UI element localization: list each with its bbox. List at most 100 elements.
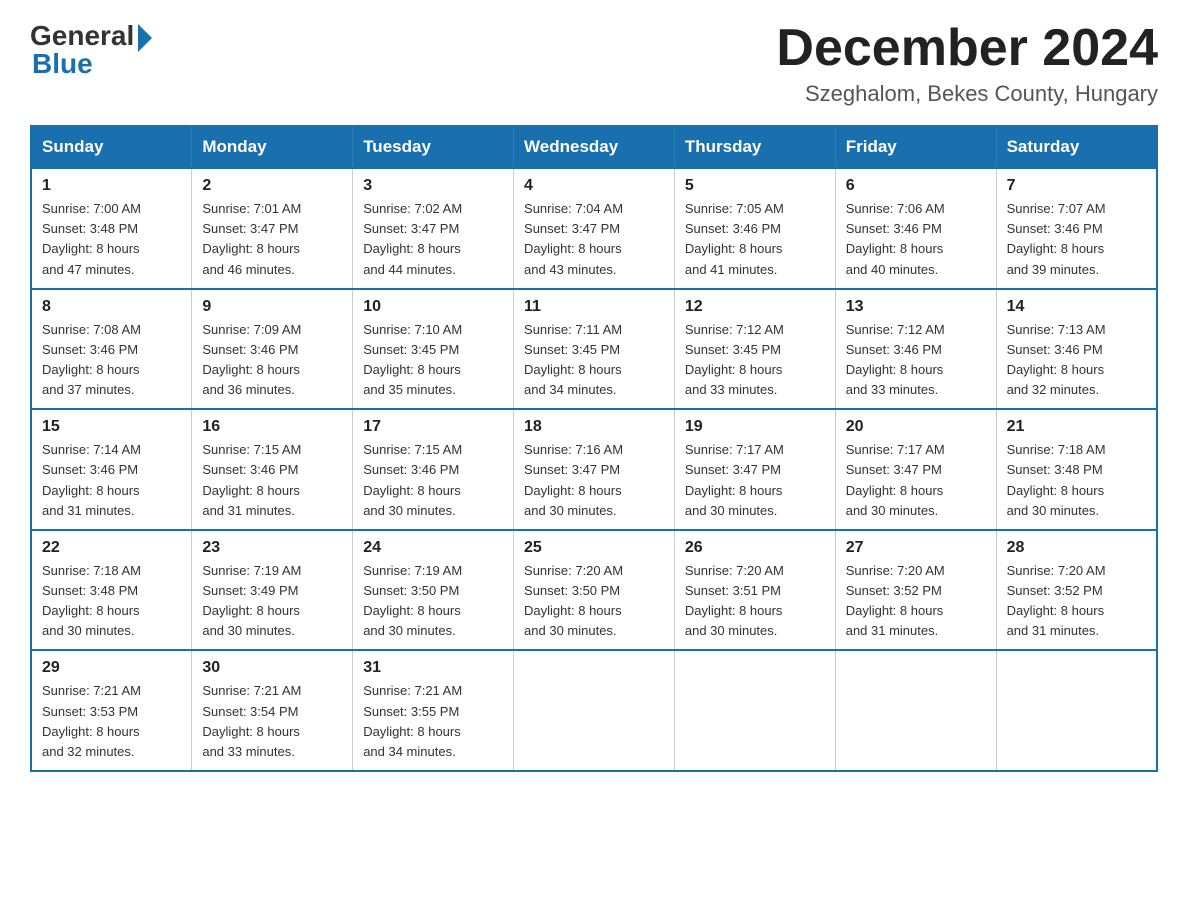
day-info: Sunrise: 7:01 AMSunset: 3:47 PMDaylight:… <box>202 199 342 280</box>
day-number: 2 <box>202 177 342 195</box>
calendar-cell: 2 Sunrise: 7:01 AMSunset: 3:47 PMDaylight… <box>192 168 353 289</box>
day-number: 6 <box>846 177 986 195</box>
day-number: 12 <box>685 298 825 316</box>
location-title: Szeghalom, Bekes County, Hungary <box>776 81 1158 107</box>
calendar-cell: 26 Sunrise: 7:20 AMSunset: 3:51 PMDayligh… <box>674 530 835 651</box>
day-info: Sunrise: 7:07 AMSunset: 3:46 PMDaylight:… <box>1007 199 1146 280</box>
day-info: Sunrise: 7:09 AMSunset: 3:46 PMDaylight:… <box>202 320 342 401</box>
calendar-cell <box>835 650 996 771</box>
day-info: Sunrise: 7:21 AMSunset: 3:53 PMDaylight:… <box>42 681 181 762</box>
day-number: 29 <box>42 659 181 677</box>
col-header-friday: Friday <box>835 126 996 168</box>
calendar-cell <box>674 650 835 771</box>
calendar-cell: 18 Sunrise: 7:16 AMSunset: 3:47 PMDayligh… <box>514 409 675 530</box>
day-info: Sunrise: 7:12 AMSunset: 3:46 PMDaylight:… <box>846 320 986 401</box>
day-info: Sunrise: 7:16 AMSunset: 3:47 PMDaylight:… <box>524 440 664 521</box>
day-info: Sunrise: 7:06 AMSunset: 3:46 PMDaylight:… <box>846 199 986 280</box>
calendar-cell: 13 Sunrise: 7:12 AMSunset: 3:46 PMDayligh… <box>835 289 996 410</box>
day-info: Sunrise: 7:14 AMSunset: 3:46 PMDaylight:… <box>42 440 181 521</box>
calendar-cell: 12 Sunrise: 7:12 AMSunset: 3:45 PMDayligh… <box>674 289 835 410</box>
day-number: 15 <box>42 418 181 436</box>
day-info: Sunrise: 7:20 AMSunset: 3:51 PMDaylight:… <box>685 561 825 642</box>
day-number: 3 <box>363 177 503 195</box>
day-number: 19 <box>685 418 825 436</box>
day-info: Sunrise: 7:21 AMSunset: 3:54 PMDaylight:… <box>202 681 342 762</box>
day-number: 27 <box>846 539 986 557</box>
logo-blue-text: Blue <box>32 48 152 80</box>
calendar-cell: 30 Sunrise: 7:21 AMSunset: 3:54 PMDayligh… <box>192 650 353 771</box>
day-info: Sunrise: 7:02 AMSunset: 3:47 PMDaylight:… <box>363 199 503 280</box>
calendar-cell: 31 Sunrise: 7:21 AMSunset: 3:55 PMDayligh… <box>353 650 514 771</box>
day-info: Sunrise: 7:21 AMSunset: 3:55 PMDaylight:… <box>363 681 503 762</box>
day-number: 17 <box>363 418 503 436</box>
day-info: Sunrise: 7:15 AMSunset: 3:46 PMDaylight:… <box>202 440 342 521</box>
calendar-table: SundayMondayTuesdayWednesdayThursdayFrid… <box>30 125 1158 772</box>
calendar-week-row: 1 Sunrise: 7:00 AMSunset: 3:48 PMDaylight… <box>31 168 1157 289</box>
day-number: 5 <box>685 177 825 195</box>
day-info: Sunrise: 7:19 AMSunset: 3:50 PMDaylight:… <box>363 561 503 642</box>
day-number: 21 <box>1007 418 1146 436</box>
calendar-header-row: SundayMondayTuesdayWednesdayThursdayFrid… <box>31 126 1157 168</box>
day-number: 22 <box>42 539 181 557</box>
day-number: 31 <box>363 659 503 677</box>
title-block: December 2024 Szeghalom, Bekes County, H… <box>776 20 1158 107</box>
calendar-cell: 27Sunrise: 7:20 AMSunset: 3:52 PMDayligh… <box>835 530 996 651</box>
calendar-cell: 22 Sunrise: 7:18 AMSunset: 3:48 PMDayligh… <box>31 530 192 651</box>
col-header-sunday: Sunday <box>31 126 192 168</box>
calendar-week-row: 22 Sunrise: 7:18 AMSunset: 3:48 PMDayligh… <box>31 530 1157 651</box>
day-number: 7 <box>1007 177 1146 195</box>
col-header-tuesday: Tuesday <box>353 126 514 168</box>
day-number: 26 <box>685 539 825 557</box>
day-info: Sunrise: 7:05 AMSunset: 3:46 PMDaylight:… <box>685 199 825 280</box>
calendar-cell: 6 Sunrise: 7:06 AMSunset: 3:46 PMDaylight… <box>835 168 996 289</box>
calendar-cell: 17 Sunrise: 7:15 AMSunset: 3:46 PMDayligh… <box>353 409 514 530</box>
calendar-cell: 4Sunrise: 7:04 AMSunset: 3:47 PMDaylight… <box>514 168 675 289</box>
calendar-cell: 19 Sunrise: 7:17 AMSunset: 3:47 PMDayligh… <box>674 409 835 530</box>
day-info: Sunrise: 7:12 AMSunset: 3:45 PMDaylight:… <box>685 320 825 401</box>
day-number: 18 <box>524 418 664 436</box>
day-number: 14 <box>1007 298 1146 316</box>
day-info: Sunrise: 7:18 AMSunset: 3:48 PMDaylight:… <box>42 561 181 642</box>
calendar-cell: 20Sunrise: 7:17 AMSunset: 3:47 PMDayligh… <box>835 409 996 530</box>
day-number: 4 <box>524 177 664 195</box>
day-info: Sunrise: 7:15 AMSunset: 3:46 PMDaylight:… <box>363 440 503 521</box>
day-info: Sunrise: 7:11 AMSunset: 3:45 PMDaylight:… <box>524 320 664 401</box>
day-number: 20 <box>846 418 986 436</box>
col-header-thursday: Thursday <box>674 126 835 168</box>
day-number: 13 <box>846 298 986 316</box>
calendar-cell: 29 Sunrise: 7:21 AMSunset: 3:53 PMDayligh… <box>31 650 192 771</box>
day-number: 1 <box>42 177 181 195</box>
calendar-cell: 3 Sunrise: 7:02 AMSunset: 3:47 PMDaylight… <box>353 168 514 289</box>
calendar-cell: 23 Sunrise: 7:19 AMSunset: 3:49 PMDayligh… <box>192 530 353 651</box>
calendar-cell: 16 Sunrise: 7:15 AMSunset: 3:46 PMDayligh… <box>192 409 353 530</box>
calendar-cell: 7 Sunrise: 7:07 AMSunset: 3:46 PMDaylight… <box>996 168 1157 289</box>
day-info: Sunrise: 7:00 AMSunset: 3:48 PMDaylight:… <box>42 199 181 280</box>
day-number: 11 <box>524 298 664 316</box>
col-header-wednesday: Wednesday <box>514 126 675 168</box>
calendar-week-row: 29 Sunrise: 7:21 AMSunset: 3:53 PMDayligh… <box>31 650 1157 771</box>
calendar-cell: 5 Sunrise: 7:05 AMSunset: 3:46 PMDaylight… <box>674 168 835 289</box>
page-header: General Blue December 2024 Szeghalom, Be… <box>30 20 1158 107</box>
day-number: 23 <box>202 539 342 557</box>
calendar-cell: 9 Sunrise: 7:09 AMSunset: 3:46 PMDaylight… <box>192 289 353 410</box>
day-info: Sunrise: 7:20 AMSunset: 3:52 PMDaylight:… <box>1007 561 1146 642</box>
calendar-cell: 21Sunrise: 7:18 AMSunset: 3:48 PMDayligh… <box>996 409 1157 530</box>
day-info: Sunrise: 7:10 AMSunset: 3:45 PMDaylight:… <box>363 320 503 401</box>
calendar-cell: 24 Sunrise: 7:19 AMSunset: 3:50 PMDayligh… <box>353 530 514 651</box>
day-number: 24 <box>363 539 503 557</box>
day-number: 10 <box>363 298 503 316</box>
day-number: 16 <box>202 418 342 436</box>
col-header-monday: Monday <box>192 126 353 168</box>
logo: General Blue <box>30 20 152 80</box>
day-number: 30 <box>202 659 342 677</box>
calendar-week-row: 8Sunrise: 7:08 AMSunset: 3:46 PMDaylight… <box>31 289 1157 410</box>
day-info: Sunrise: 7:17 AMSunset: 3:47 PMDaylight:… <box>685 440 825 521</box>
calendar-cell: 28 Sunrise: 7:20 AMSunset: 3:52 PMDayligh… <box>996 530 1157 651</box>
day-number: 8 <box>42 298 181 316</box>
day-number: 28 <box>1007 539 1146 557</box>
calendar-cell: 14Sunrise: 7:13 AMSunset: 3:46 PMDayligh… <box>996 289 1157 410</box>
day-number: 9 <box>202 298 342 316</box>
month-title: December 2024 <box>776 20 1158 77</box>
day-info: Sunrise: 7:19 AMSunset: 3:49 PMDaylight:… <box>202 561 342 642</box>
calendar-cell: 15 Sunrise: 7:14 AMSunset: 3:46 PMDayligh… <box>31 409 192 530</box>
